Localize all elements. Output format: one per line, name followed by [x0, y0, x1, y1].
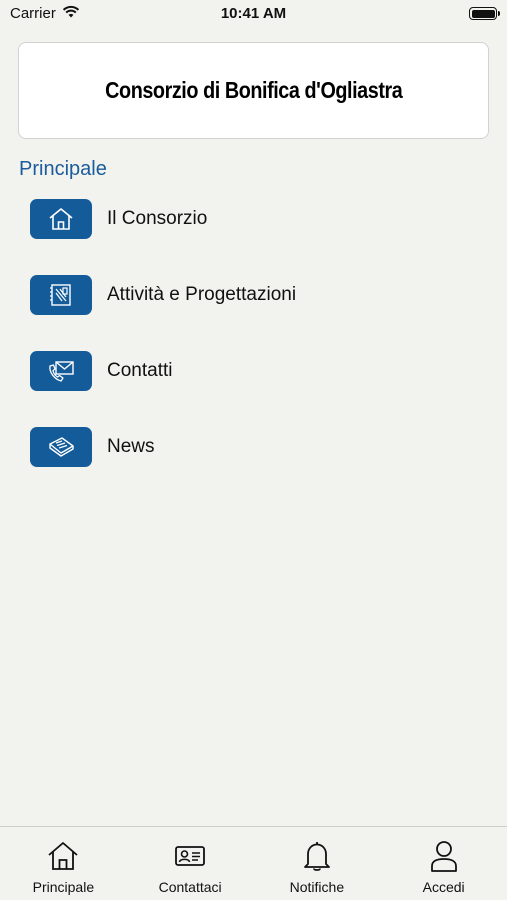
battery-icon	[469, 7, 500, 20]
newspaper-icon	[30, 427, 92, 467]
menu-item-il-consorzio[interactable]: Il Consorzio	[30, 199, 480, 239]
menu-item-news[interactable]: News	[30, 427, 480, 467]
home-icon	[47, 839, 79, 873]
menu-item-label: News	[107, 436, 155, 457]
user-icon	[430, 839, 458, 873]
status-bar: Carrier 10:41 AM	[0, 0, 507, 28]
clock: 10:41 AM	[220, 5, 287, 22]
contact-card-icon	[174, 839, 206, 873]
home-icon	[30, 199, 92, 239]
menu-item-label: Contatti	[107, 360, 173, 381]
tab-notifiche[interactable]: Notifiche	[254, 827, 381, 900]
tab-contattaci[interactable]: Contattaci	[127, 827, 254, 900]
menu-item-label: Il Consorzio	[107, 208, 208, 229]
blueprint-icon	[30, 275, 92, 315]
header-banner: Consorzio di Bonifica d'Ogliastra	[18, 42, 489, 139]
bell-icon	[303, 839, 331, 873]
tab-accedi[interactable]: Accedi	[380, 827, 507, 900]
menu-item-label: Attività e Progettazioni	[107, 284, 297, 305]
tab-label: Contattaci	[158, 879, 222, 895]
tab-label: Principale	[32, 879, 95, 895]
tab-principale[interactable]: Principale	[0, 827, 127, 900]
menu-item-contatti[interactable]: Contatti	[30, 351, 480, 391]
tab-bar: Principale Contattaci Notifiche Accedi	[0, 826, 507, 900]
section-title: Principale	[19, 158, 107, 180]
tab-label: Notifiche	[289, 879, 345, 895]
tab-label: Accedi	[422, 879, 465, 895]
app-title: Consorzio di Bonifica d'Ogliastra	[104, 77, 403, 103]
menu-item-attivita[interactable]: Attività e Progettazioni	[30, 275, 480, 315]
phone-mail-icon	[30, 351, 92, 391]
